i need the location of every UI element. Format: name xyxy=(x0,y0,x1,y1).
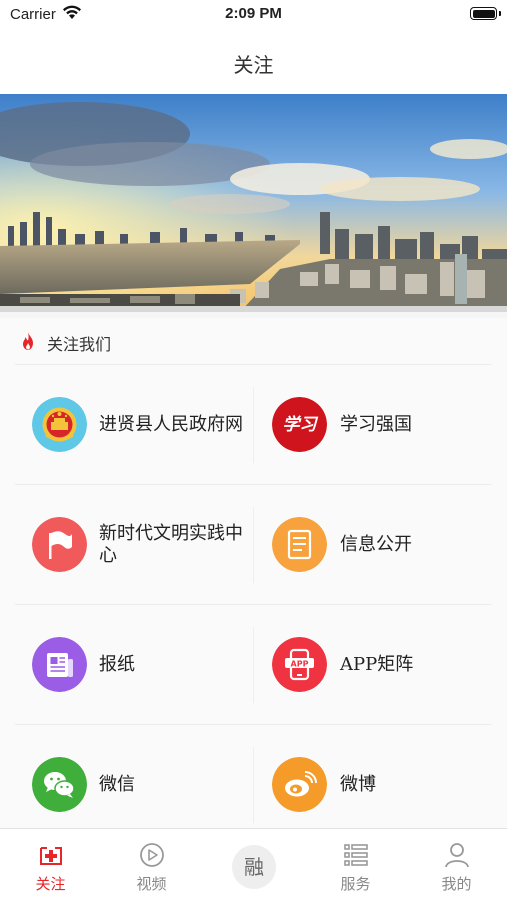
city-skyline-illustration xyxy=(0,94,507,312)
center-rong-label: 融 xyxy=(244,855,264,879)
tab-label: 我的 xyxy=(441,875,472,893)
national-emblem-icon xyxy=(32,397,87,452)
tab-mine[interactable]: 我的 xyxy=(406,829,507,900)
grid-row: 微信 微博 xyxy=(0,725,507,845)
tab-label: 关注 xyxy=(35,875,66,893)
tab-service[interactable]: 服务 xyxy=(305,829,406,900)
svg-text:APP: APP xyxy=(291,659,309,668)
tab-video[interactable]: 视频 xyxy=(101,829,202,900)
grid-row: 新时代文明实践中心 信息公开 xyxy=(0,485,507,605)
svg-text:学习: 学习 xyxy=(283,415,319,435)
grid-item-app-matrix[interactable]: APP APP矩阵 xyxy=(254,605,507,725)
item-label: 新时代文明实践中心 xyxy=(99,523,243,566)
item-label: APP矩阵 xyxy=(340,654,414,675)
wechat-icon xyxy=(32,757,87,812)
item-label: 微博 xyxy=(340,774,376,795)
page-title: 关注 xyxy=(233,53,274,77)
grid-item-info-disclosure[interactable]: 信息公开 xyxy=(254,485,507,605)
person-icon xyxy=(445,843,469,868)
item-label: 进贤县人民政府网 xyxy=(99,414,243,435)
document-icon xyxy=(272,517,327,572)
follow-us-panel: 关注我们 进贤县人民政府网 学习 学习强国 新时代文明实践中心 信息公开 报纸 … xyxy=(0,318,507,828)
navigation-bar: 关注 xyxy=(0,30,507,94)
grid-row: 进贤县人民政府网 学习 学习强国 xyxy=(0,365,507,485)
banner-image[interactable] xyxy=(0,94,507,312)
section-header: 关注我们 xyxy=(0,318,507,364)
tab-label: 视频 xyxy=(136,875,167,893)
grid-item-civilization-center[interactable]: 新时代文明实践中心 xyxy=(0,485,253,605)
tab-label: 服务 xyxy=(340,875,371,893)
flag-icon xyxy=(32,517,87,572)
item-label: 学习强国 xyxy=(340,414,412,435)
item-label: 信息公开 xyxy=(340,534,412,555)
tab-follow[interactable]: 关注 xyxy=(0,829,101,900)
grid-item-newspaper[interactable]: 报纸 xyxy=(0,605,253,725)
grid-item-xuexi[interactable]: 学习 学习强国 xyxy=(254,365,507,485)
medical-cross-icon xyxy=(40,847,62,865)
status-time: 2:09 PM xyxy=(225,5,282,22)
item-label: 报纸 xyxy=(99,654,135,675)
xuexi-logo-icon: 学习 xyxy=(272,397,327,452)
list-icon xyxy=(344,844,368,866)
battery-icon xyxy=(470,7,497,20)
section-title: 关注我们 xyxy=(47,335,112,354)
item-label: 微信 xyxy=(99,774,135,795)
weibo-icon xyxy=(272,757,327,812)
tab-bar: 关注 视频 融 服务 我的 xyxy=(0,828,507,900)
newspaper-icon xyxy=(32,637,87,692)
play-icon xyxy=(140,843,164,867)
center-rong-button[interactable]: 融 xyxy=(232,845,276,889)
app-phone-icon: APP xyxy=(272,637,327,692)
status-bar: Carrier 2:09 PM xyxy=(0,0,507,30)
grid-item-gov-website[interactable]: 进贤县人民政府网 xyxy=(0,365,253,485)
fire-icon xyxy=(23,332,33,350)
grid-item-weibo[interactable]: 微博 xyxy=(254,725,507,845)
grid-row: 报纸 APP APP矩阵 xyxy=(0,605,507,725)
grid-item-wechat[interactable]: 微信 xyxy=(0,725,253,845)
